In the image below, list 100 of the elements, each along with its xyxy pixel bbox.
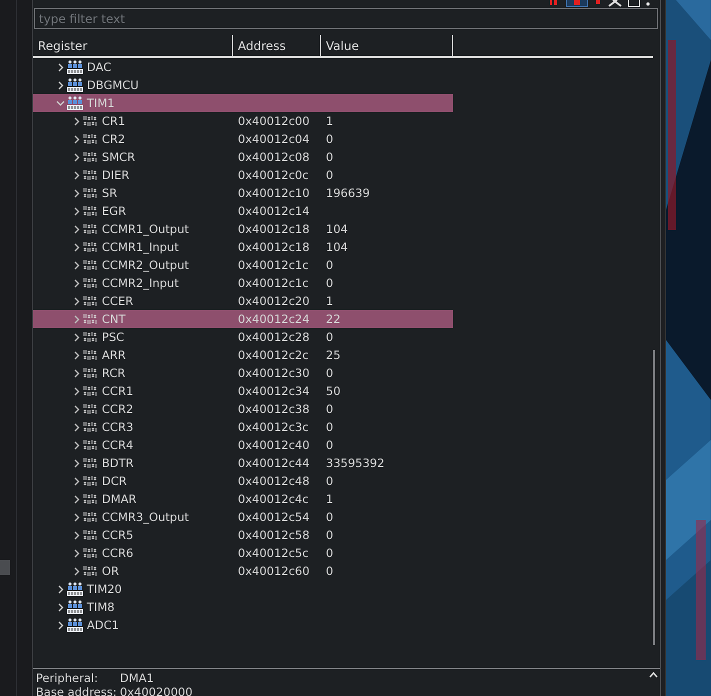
register-name[interactable]: RCR (102, 366, 126, 380)
register-icon (82, 350, 98, 360)
register-icon (82, 386, 98, 396)
register-name[interactable]: CCR6 (102, 546, 134, 560)
register-value: 0 (326, 330, 334, 344)
register-name[interactable]: CCMR2_Output (102, 258, 189, 272)
register-name[interactable]: CCR3 (102, 420, 134, 434)
register-value: 196639 (326, 186, 370, 200)
register-name[interactable]: CCMR2_Input (102, 276, 179, 290)
register-name[interactable]: CR1 (102, 114, 126, 128)
register-address: 0x40012c28 (238, 330, 310, 344)
column-header[interactable]: Address (232, 35, 321, 56)
register-name[interactable]: SR (102, 186, 118, 200)
register-name[interactable]: CNT (102, 312, 126, 326)
column-header[interactable]: Register (32, 35, 233, 56)
register-value: 0 (326, 150, 334, 164)
chevron-right-icon[interactable] (56, 62, 65, 72)
register-address: 0x40012c08 (238, 150, 310, 164)
register-icon (82, 422, 98, 432)
register-name[interactable]: BDTR (102, 456, 134, 470)
toolbar-icon[interactable] (566, 0, 588, 7)
scroll-marker (0, 560, 10, 575)
register-name[interactable]: CCMR3_Output (102, 510, 189, 524)
register-icon (82, 152, 98, 162)
register-address: 0x40012c1c (238, 276, 309, 290)
register-address: 0x40012c48 (238, 474, 310, 488)
peripheral-icon (66, 60, 83, 74)
register-name[interactable]: ARR (102, 348, 126, 362)
peripheral-name[interactable]: TIM1 (86, 96, 115, 110)
register-icon (82, 134, 98, 144)
register-name[interactable]: DIER (102, 168, 130, 182)
register-icon (82, 224, 98, 234)
register-name[interactable]: CCR4 (102, 438, 134, 452)
register-icon (82, 548, 98, 558)
register-name[interactable]: EGR (102, 204, 126, 218)
register-icon (82, 314, 98, 324)
register-name[interactable]: OR (102, 564, 119, 578)
register-value: 0 (326, 420, 334, 434)
register-value: 104 (326, 240, 348, 254)
register-name[interactable]: CCR1 (102, 384, 134, 398)
register-icon (82, 296, 98, 306)
register-address: 0x40012c1c (238, 258, 309, 272)
register-name[interactable]: CCR2 (102, 402, 134, 416)
peripheral-icon (66, 618, 83, 632)
register-name[interactable]: DCR (102, 474, 127, 488)
register-name[interactable]: CCR5 (102, 528, 134, 542)
register-name[interactable]: CCER (102, 294, 134, 308)
register-address: 0x40012c34 (238, 384, 310, 398)
register-name[interactable]: CCMR1_Output (102, 222, 189, 236)
register-address: 0x40012c14 (238, 204, 310, 218)
register-value: 0 (326, 168, 334, 182)
register-address: 0x40012c3c (238, 420, 309, 434)
peripheral-name[interactable]: ADC1 (86, 618, 119, 632)
register-value: 0 (326, 402, 334, 416)
register-name[interactable]: PSC (102, 330, 124, 344)
register-address: 0x40012c18 (238, 240, 310, 254)
register-value: 0 (326, 528, 334, 542)
register-value: 22 (326, 312, 341, 326)
toolbar-icon[interactable] (594, 0, 602, 6)
register-icon (82, 242, 98, 252)
register-name[interactable]: SMCR (102, 150, 136, 164)
peripheral-name[interactable]: TIM20 (86, 582, 122, 596)
chevron-down-icon[interactable] (56, 98, 65, 108)
register-value: 0 (326, 510, 334, 524)
register-name[interactable]: CCMR1_Input (102, 240, 179, 254)
chevron-right-icon[interactable] (56, 620, 65, 630)
chevron-right-icon[interactable] (56, 602, 65, 612)
register-address: 0x40012c10 (238, 186, 310, 200)
register-icon (82, 458, 98, 468)
register-address: 0x40012c44 (238, 456, 310, 470)
register-value: 50 (326, 384, 341, 398)
register-address: 0x40012c24 (238, 312, 310, 326)
filter-field[interactable]: type filter text (34, 8, 658, 29)
register-name[interactable]: CR2 (102, 132, 126, 146)
more-icon[interactable] (646, 0, 650, 7)
register-icon (82, 332, 98, 342)
register-icon (82, 530, 98, 540)
window-icon[interactable] (628, 0, 640, 7)
register-address: 0x40012c20 (238, 294, 310, 308)
peripheral-name[interactable]: DBGMCU (86, 78, 139, 92)
register-icon (82, 278, 98, 288)
register-value: 0 (326, 564, 334, 578)
column-header[interactable]: Value (320, 35, 453, 56)
peripheral-name[interactable]: DAC (86, 60, 112, 74)
register-address: 0x40012c30 (238, 366, 310, 380)
detail-value: DMA1 (120, 671, 154, 685)
peripheral-name[interactable]: TIM8 (86, 600, 115, 614)
register-value: 1 (326, 114, 334, 128)
register-address: 0x40012c5c (238, 546, 309, 560)
peripheral-icon (66, 582, 83, 596)
chevron-up-icon[interactable] (649, 671, 658, 678)
chevron-right-icon[interactable] (56, 584, 65, 594)
register-name[interactable]: DMAR (102, 492, 137, 506)
register-value: 0 (326, 276, 334, 290)
register-address: 0x40012c40 (238, 438, 310, 452)
register-icon (82, 404, 98, 414)
detail-value: 0x40020000 (120, 685, 193, 696)
scrollbar[interactable] (653, 350, 656, 645)
chevron-right-icon[interactable] (56, 80, 65, 90)
register-value: 1 (326, 294, 334, 308)
